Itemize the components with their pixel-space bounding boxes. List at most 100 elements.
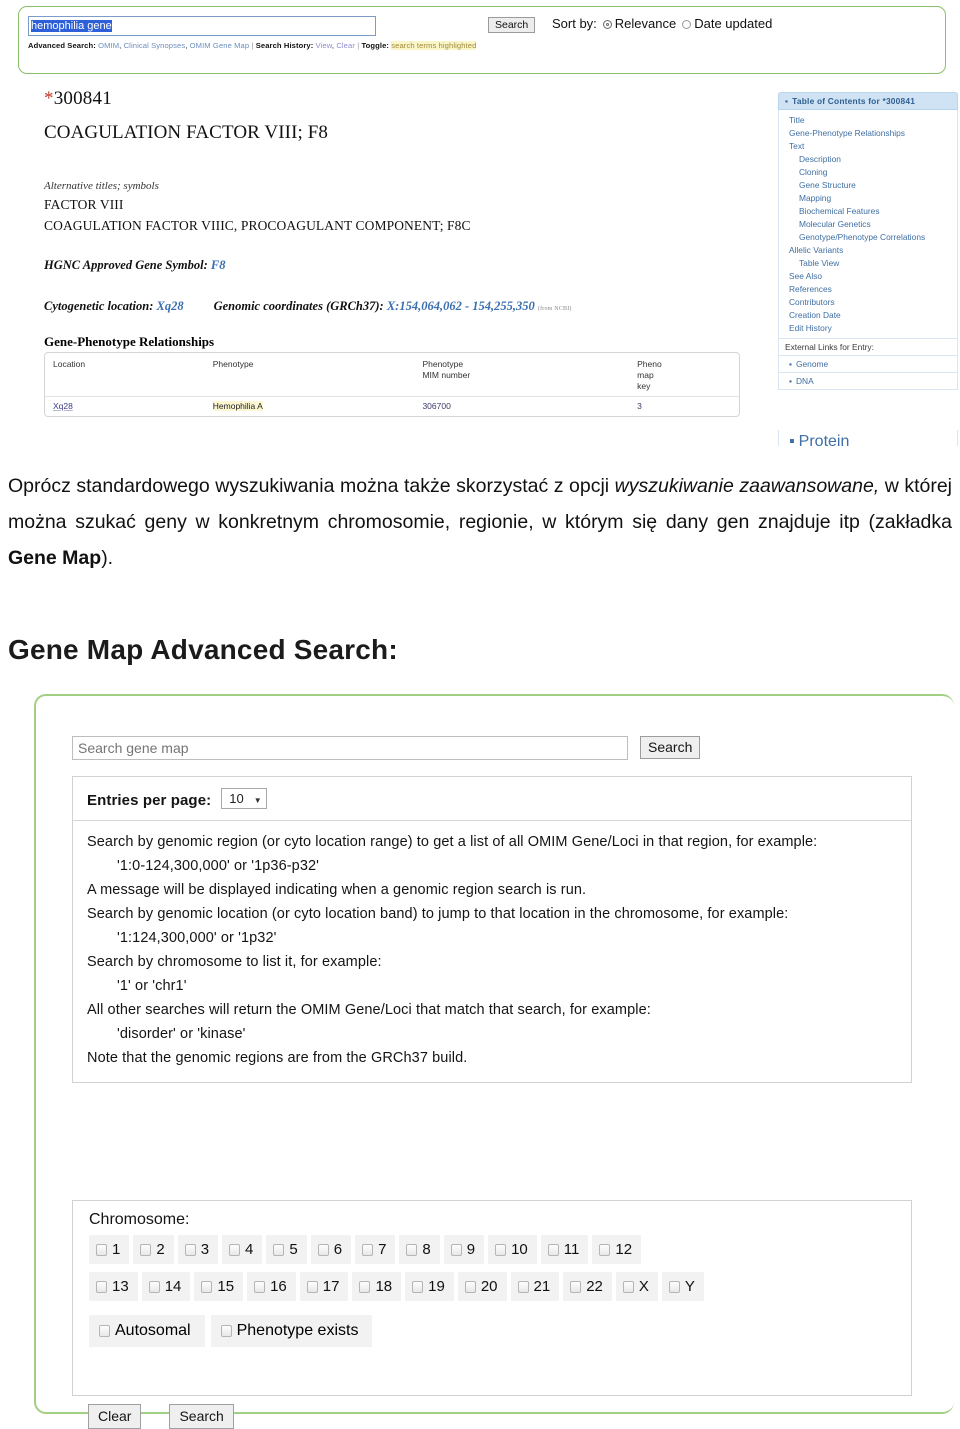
toc-item-references[interactable]: References [779, 282, 957, 295]
checkbox-icon[interactable] [96, 1280, 107, 1293]
radio-date-updated-icon[interactable] [682, 20, 692, 29]
clear-button[interactable]: Clear [88, 1404, 142, 1429]
chromosome-checkbox-5[interactable]: 5 [266, 1235, 307, 1264]
external-link-genome[interactable]: ▪ Genome [778, 356, 958, 373]
checkbox-icon[interactable] [547, 1243, 559, 1256]
toc-item-edit-history[interactable]: Edit History [779, 321, 957, 334]
toc-item-molecular-genetics[interactable]: Molecular Genetics [779, 217, 957, 230]
toc-item-creation-date[interactable]: Creation Date [779, 308, 957, 321]
toc-item-cloning[interactable]: Cloning [779, 165, 957, 178]
checkbox-icon[interactable] [517, 1280, 529, 1293]
toc-item-gene-phenotype-relationships[interactable]: Gene-Phenotype Relationships [779, 126, 957, 139]
toc-item-see-also[interactable]: See Also [779, 269, 957, 282]
toc-header[interactable]: ▪ Table of Contents for *300841 [778, 92, 958, 110]
toc-item-table-view[interactable]: Table View [779, 256, 957, 269]
toc-item-title[interactable]: Title [779, 113, 957, 126]
chromosome-checkbox-1[interactable]: 1 [89, 1235, 130, 1264]
chromosome-checkbox-y[interactable]: Y [661, 1272, 704, 1301]
checkbox-phenotype-exists[interactable]: Phenotype exists [210, 1315, 373, 1347]
chromosome-checkbox-19[interactable]: 19 [405, 1272, 454, 1301]
chromosome-checkbox-9[interactable]: 9 [443, 1235, 485, 1264]
help-line: Note that the genomic regions are from t… [87, 1050, 468, 1066]
checkbox-icon[interactable] [317, 1243, 329, 1256]
link-clinical-synopses[interactable]: Clinical Synopses [124, 41, 186, 50]
cell-mim-number[interactable]: 306700 [414, 401, 629, 411]
checkbox-icon[interactable] [362, 1243, 374, 1256]
hgnc-value[interactable]: F8 [211, 258, 226, 272]
checkbox-icon[interactable] [406, 1243, 418, 1256]
toc-item-description[interactable]: Description [779, 152, 957, 165]
toc-item-mapping[interactable]: Mapping [779, 191, 957, 204]
link-history-view[interactable]: View [316, 41, 332, 50]
checkbox-icon[interactable] [140, 1243, 152, 1256]
checkbox-icon[interactable] [495, 1243, 507, 1256]
checkbox-icon[interactable] [306, 1280, 318, 1293]
toggle-value[interactable]: search terms highlighted [391, 41, 477, 50]
sort-option-relevance[interactable]: Relevance [615, 16, 676, 31]
checkbox-icon[interactable] [359, 1280, 371, 1293]
chromosome-checkbox-22[interactable]: 22 [563, 1272, 612, 1301]
checkbox-icon[interactable] [254, 1280, 266, 1293]
checkbox-icon[interactable] [599, 1243, 611, 1256]
link-omim[interactable]: OMIM [98, 41, 119, 50]
external-link-dna[interactable]: ▪ DNA [778, 373, 958, 390]
omim-search-button[interactable]: Search [488, 17, 536, 33]
link-history-clear[interactable]: Clear [336, 41, 355, 50]
cyto-value[interactable]: Xq28 [156, 299, 183, 313]
cell-phenotype[interactable]: Hemophilia A [212, 401, 263, 411]
chromosome-checkbox-6[interactable]: 6 [310, 1235, 352, 1264]
sort-option-date-updated[interactable]: Date updated [694, 16, 772, 31]
chromosome-checkbox-3[interactable]: 3 [177, 1235, 219, 1264]
checkbox-icon[interactable] [220, 1325, 232, 1337]
toc-item-text[interactable]: Text [779, 139, 957, 152]
chromosome-checkbox-15[interactable]: 15 [194, 1272, 244, 1301]
chromosome-checkbox-8[interactable]: 8 [399, 1235, 440, 1264]
checkbox-icon[interactable] [96, 1243, 107, 1256]
checkbox-icon[interactable] [622, 1280, 634, 1293]
checkbox-icon[interactable] [668, 1280, 680, 1293]
toc-item-biochemical-features[interactable]: Biochemical Features [779, 204, 957, 217]
checkbox-icon[interactable] [99, 1325, 110, 1337]
omim-search-input[interactable]: hemophilia gene [28, 16, 376, 36]
checkbox-icon[interactable] [229, 1243, 241, 1256]
chromosome-checkbox-14[interactable]: 14 [141, 1272, 191, 1301]
alt-titles-label: Alternative titles; symbols [44, 180, 159, 192]
checkbox-icon[interactable] [148, 1280, 160, 1293]
checkbox-icon[interactable] [201, 1280, 213, 1293]
submit-search-button[interactable]: Search [169, 1404, 234, 1429]
cell-location[interactable]: Xq28 [53, 401, 73, 411]
help-line: Search by genomic region (or cyto locati… [87, 834, 818, 850]
toc-item-genotype-phenotype-correlations[interactable]: Genotype/Phenotype Correlations [779, 230, 957, 243]
toc-item-gene-structure[interactable]: Gene Structure [779, 178, 957, 191]
coord-value[interactable]: X:154,064,062 - 154,255,350 [387, 299, 535, 313]
toc-item-allelic-variants[interactable]: Allelic Variants [779, 243, 957, 256]
external-link-protein[interactable]: ▪ Protein [778, 430, 958, 446]
chromosome-checkbox-2[interactable]: 2 [133, 1235, 174, 1264]
chromosome-checkbox-12[interactable]: 12 [592, 1235, 642, 1264]
chromosome-checkbox-10[interactable]: 10 [488, 1235, 537, 1264]
gene-map-search-input[interactable] [72, 736, 628, 760]
chromosome-checkbox-20[interactable]: 20 [457, 1272, 507, 1301]
gene-map-search-button[interactable]: Search [640, 736, 701, 759]
chromosome-checkbox-21[interactable]: 21 [510, 1272, 560, 1301]
checkbox-icon[interactable] [412, 1280, 424, 1293]
radio-relevance-icon[interactable] [602, 20, 612, 29]
chromosome-checkbox-17[interactable]: 17 [299, 1272, 349, 1301]
chromosome-checkbox-13[interactable]: 13 [89, 1272, 138, 1301]
checkbox-icon[interactable] [464, 1280, 476, 1293]
checkbox-icon[interactable] [273, 1243, 285, 1256]
checkbox-autosomal[interactable]: Autosomal [89, 1315, 205, 1347]
gene-map-options-panel: Entries per page: 10 ▼ Search by genomic r… [72, 776, 912, 1083]
toc-item-contributors[interactable]: Contributors [779, 295, 957, 308]
chromosome-checkbox-7[interactable]: 7 [355, 1235, 396, 1264]
link-omim-gene-map[interactable]: OMIM Gene Map [190, 41, 250, 50]
chromosome-checkbox-11[interactable]: 11 [540, 1235, 589, 1264]
checkbox-icon[interactable] [184, 1243, 196, 1256]
chromosome-checkbox-x[interactable]: X [615, 1272, 658, 1301]
checkbox-icon[interactable] [570, 1280, 582, 1293]
chromosome-checkbox-16[interactable]: 16 [247, 1272, 296, 1301]
chromosome-checkbox-4[interactable]: 4 [222, 1235, 263, 1264]
chromosome-checkbox-18[interactable]: 18 [352, 1272, 402, 1301]
checkbox-icon[interactable] [450, 1243, 462, 1256]
entries-per-page-select[interactable]: 10 ▼ [221, 788, 267, 809]
